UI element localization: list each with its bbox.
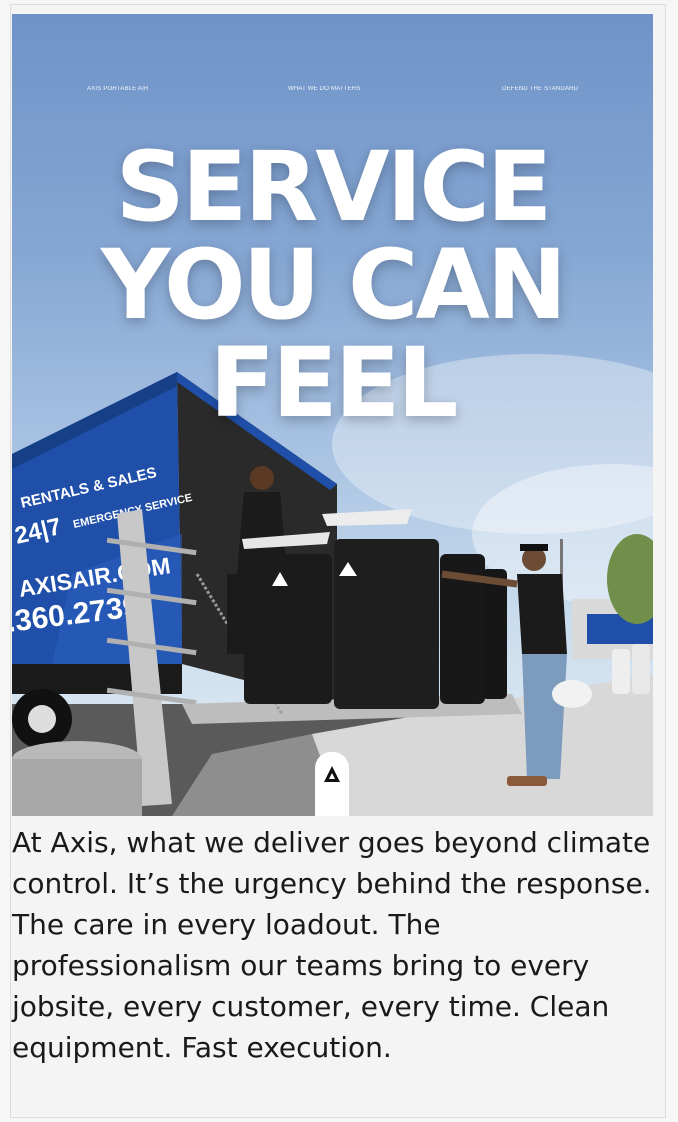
poster-image: RENTALS & SALES 24|7 EMERGENCY SERVICE A… bbox=[12, 14, 653, 816]
poster-tagline-right: DEFEND THE STANDARD bbox=[502, 86, 579, 92]
headline-line-3: FEEL bbox=[209, 327, 459, 439]
headline-line-1: SERVICE bbox=[115, 131, 553, 243]
poster-tagline-left: AXIS PORTABLE AIR bbox=[87, 86, 149, 92]
headline-line-2: YOU CAN bbox=[100, 229, 567, 341]
poster-tagline-center: WHAT WE DO MATTERS bbox=[288, 86, 361, 92]
post-body-text: At Axis, what we deliver goes beyond cli… bbox=[12, 826, 652, 1064]
logo-badge bbox=[315, 752, 349, 816]
axis-logo-icon bbox=[324, 766, 340, 782]
poster-headline: SERVICE YOU CAN FEEL bbox=[12, 138, 653, 432]
